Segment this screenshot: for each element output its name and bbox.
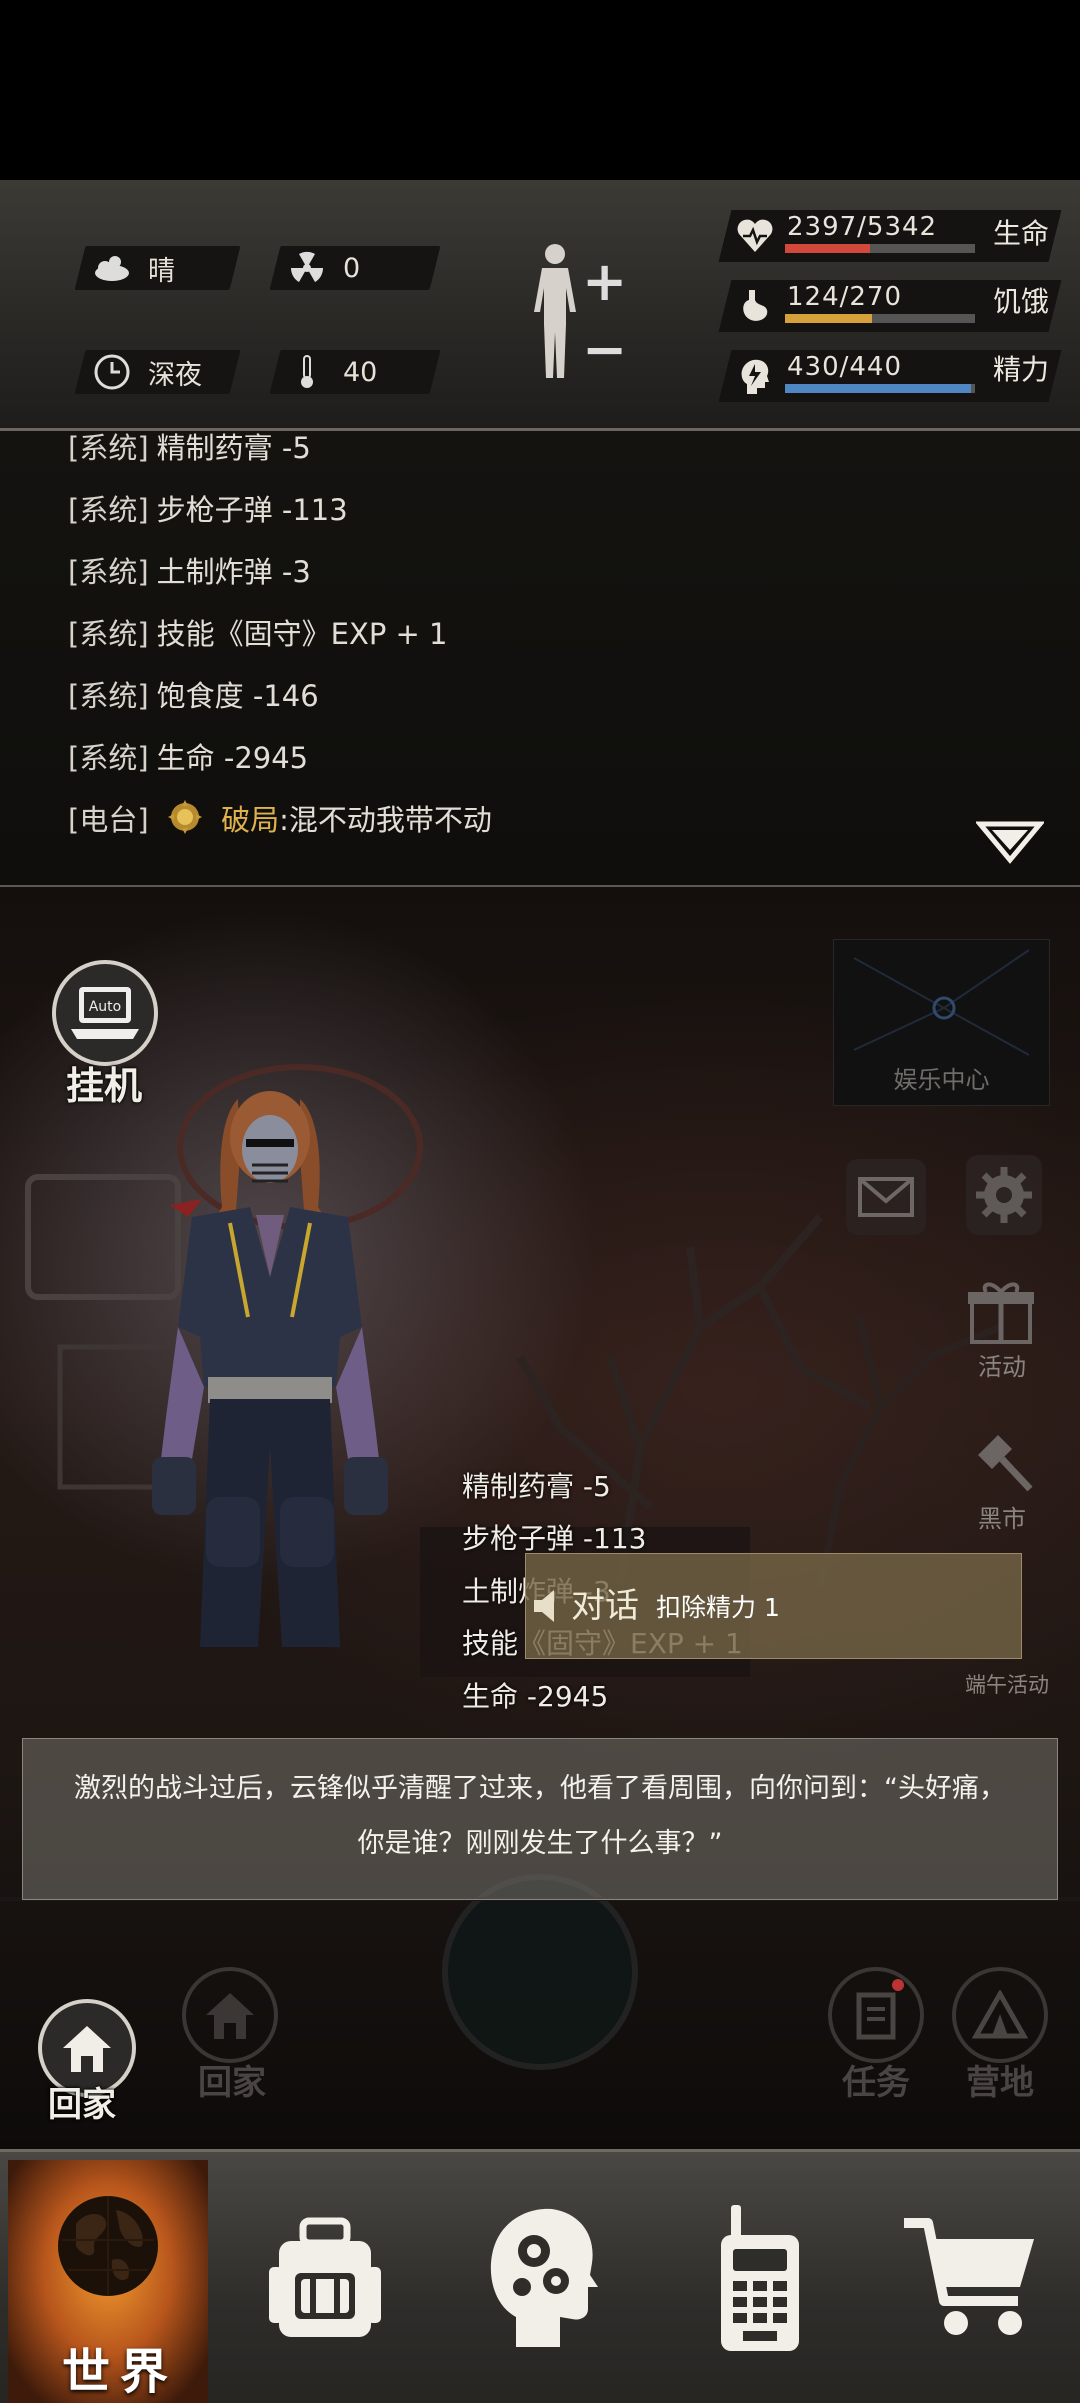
auto-idle-button[interactable]: Auto: [52, 960, 158, 1066]
clock-icon: [92, 352, 132, 392]
health-fill: [785, 244, 871, 253]
temperature-value: 40: [343, 356, 378, 388]
head-skills-icon: [490, 2208, 598, 2347]
weather-text: 晴: [148, 255, 175, 287]
radar-icon: [853, 949, 1030, 1056]
radio-message: :混不动我带不动: [279, 803, 492, 837]
task-clipboard-icon: [856, 1992, 896, 2040]
nav-world-label: 世界: [62, 2344, 179, 2400]
energy-fill: [785, 384, 971, 393]
time-tag[interactable]: 深夜: [74, 350, 241, 394]
hunger-label: 饥饿: [993, 285, 1050, 318]
energy-value: 430/440: [787, 352, 903, 382]
gift-icon[interactable]: [966, 1280, 1036, 1344]
dragon-boat-event-label[interactable]: 端午活动: [952, 1669, 1062, 1699]
result-line: 步枪子弹 -113: [462, 1522, 647, 1555]
stomach-icon: [743, 290, 768, 321]
backpack-icon: [269, 2217, 381, 2337]
log-line: [系统] 土制炸弹 -3: [68, 555, 311, 589]
globe-icon: [58, 2196, 158, 2296]
radio-sender: 破局: [221, 803, 280, 837]
task-button[interactable]: [828, 1967, 924, 2063]
camp-label: 营地: [966, 2063, 1034, 2103]
weather-tag[interactable]: 晴: [74, 246, 241, 290]
nav-world-tab[interactable]: 世界: [8, 2160, 208, 2403]
body-plus-icon[interactable]: +: [582, 250, 627, 313]
bottom-nav: 世界: [0, 2149, 1080, 2403]
auto-text: Auto: [89, 999, 122, 1015]
entertainment-center-button[interactable]: 娱乐中心: [833, 939, 1050, 1106]
body-minus-icon[interactable]: −: [582, 318, 627, 381]
message-log[interactable]: [系统] 精制药膏 -5 [系统] 步枪子弹 -113 [系统] 土制炸弹 -3 [系…: [0, 431, 1080, 887]
shopping-cart-icon: [904, 2217, 1034, 2335]
entertainment-label: 娱乐中心: [893, 1066, 990, 1094]
cloud-icon: [92, 248, 132, 288]
nav-shop-tab[interactable]: [870, 2152, 1070, 2403]
walkie-talkie-icon: [721, 2204, 799, 2351]
log-line: [系统] 精制药膏 -5: [68, 431, 311, 465]
health-label: 生命: [993, 217, 1050, 250]
radiation-tag[interactable]: 0: [269, 246, 441, 290]
energy-label: 精力: [993, 353, 1050, 386]
hunger-fill: [785, 314, 873, 323]
hunger-value: 124/270: [787, 282, 903, 312]
dialog-cost: 扣除精力 1: [656, 1593, 780, 1622]
task-notification-dot: [892, 1979, 904, 1991]
auction-hammer-icon[interactable]: [968, 1431, 1034, 1495]
task-label: 任务: [842, 2063, 910, 2103]
head-energy-icon: [741, 359, 769, 394]
log-line: [系统] 生命 -2945: [68, 741, 309, 775]
home-label: 回家: [48, 2085, 116, 2125]
speaker-icon: [534, 1590, 554, 1622]
black-market-label[interactable]: 黑市: [960, 1499, 1044, 1534]
home-dim-icon: [206, 1993, 254, 2039]
settings-gear-icon[interactable]: [966, 1155, 1042, 1235]
result-line: 生命 -2945: [462, 1680, 609, 1713]
npc-character[interactable]: [130, 1087, 420, 1667]
mail-icon[interactable]: [846, 1159, 926, 1235]
auto-laptop-icon: Auto: [71, 987, 139, 1039]
dialog-button[interactable]: 对话 扣除精力 1: [525, 1553, 1022, 1659]
tent-icon: [972, 1990, 1028, 2039]
scene-area: Auto 挂机 娱乐中心 活动 黑市 端午活动 精制药膏 -5 步枪子弹 -11…: [0, 887, 1080, 2149]
health-value: 2397/5342: [787, 212, 938, 242]
story-dialog-box[interactable]: 激烈的战斗过后，云锋似乎清醒了过来，他看了看周围，向你问到：“头好痛，你是谁？刚…: [22, 1738, 1058, 1900]
log-line: [系统] 技能《固守》EXP + 1: [68, 617, 448, 651]
game-screen: 晴 0 深夜 40 + − 2397/5342 生命 124/270 饥饿 43…: [0, 0, 1080, 2403]
nav-skills-tab[interactable]: [442, 2152, 642, 2403]
log-line: [系统] 饱食度 -146: [68, 679, 319, 713]
home-dim-label: 回家: [198, 2063, 266, 2103]
home-icon: [63, 2026, 111, 2072]
nav-backpack-tab[interactable]: [225, 2152, 425, 2403]
story-text: 激烈的战斗过后，云锋似乎清醒了过来，他看了看周围，向你问到：“头好痛，你是谁？刚…: [74, 1773, 1006, 1859]
radiation-value: 0: [343, 252, 361, 284]
status-bar: 晴 0 深夜 40 + − 2397/5342 生命 124/270 饥饿 43…: [0, 180, 1080, 431]
result-line: 精制药膏 -5: [462, 1470, 611, 1503]
dialog-label: 对话: [571, 1586, 639, 1626]
radio-line[interactable]: [电台] 破局:混不动我带不动: [68, 797, 492, 839]
home-dim-button[interactable]: [182, 1967, 278, 2063]
camp-button[interactable]: [952, 1967, 1048, 2063]
collapse-log-icon[interactable]: [976, 820, 1044, 864]
radiation-icon: [287, 248, 327, 288]
time-text: 深夜: [148, 359, 202, 391]
temperature-tag[interactable]: 40: [269, 350, 441, 394]
thermometer-icon: [287, 352, 327, 392]
body-status-icon[interactable]: [520, 242, 590, 382]
rank-badge-icon: [167, 800, 202, 834]
activity-label[interactable]: 活动: [960, 1347, 1044, 1382]
nav-radio-tab[interactable]: [660, 2152, 860, 2403]
log-line: [系统] 步枪子弹 -113: [68, 493, 348, 527]
heart-icon: [737, 219, 773, 252]
